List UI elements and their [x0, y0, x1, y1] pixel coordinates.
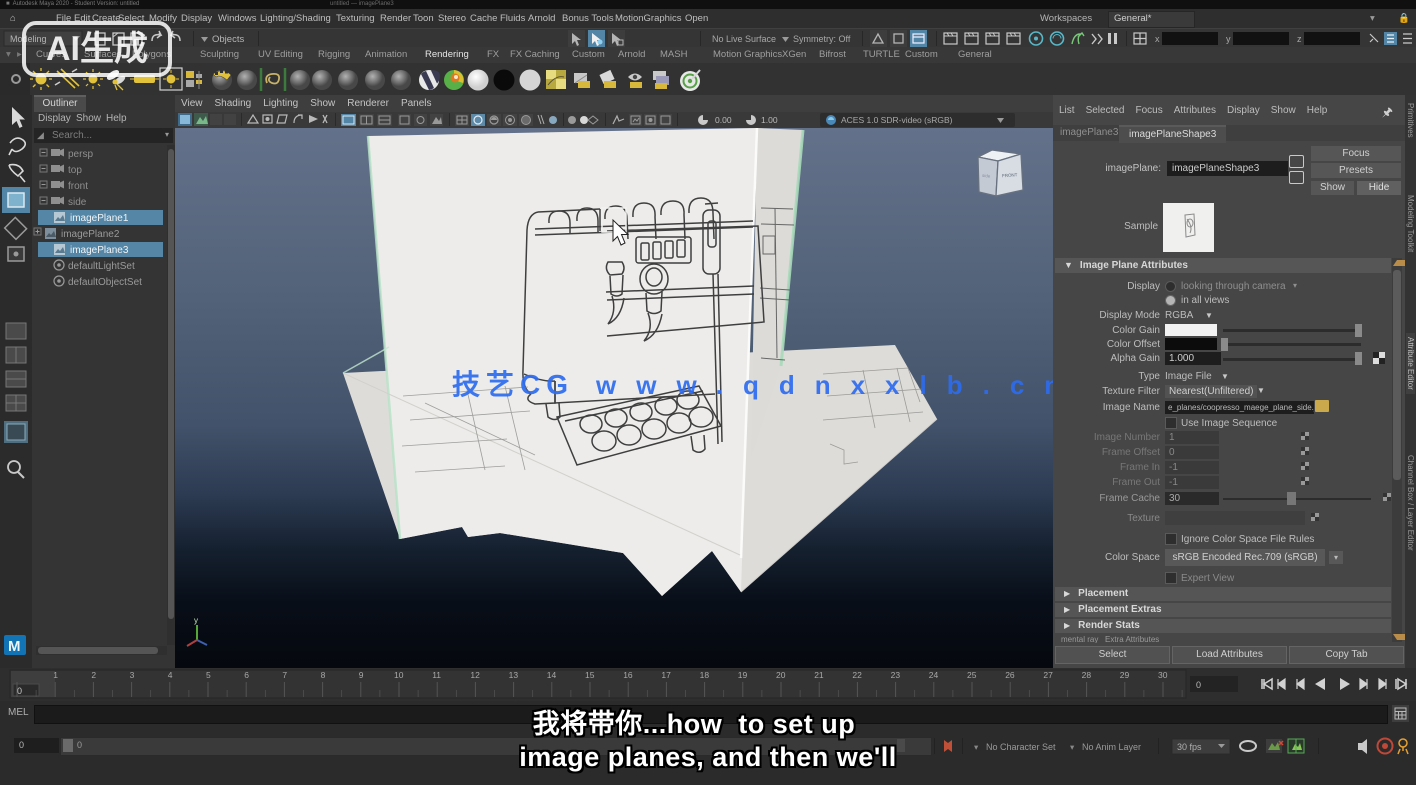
svg-text:top: top — [68, 165, 82, 176]
svg-text:defaultObjectSet: defaultObjectSet — [68, 277, 142, 288]
svg-text:ACES 1.0 SDR-video (sRGB): ACES 1.0 SDR-video (sRGB) — [841, 115, 953, 125]
svg-text:14: 14 — [547, 670, 557, 680]
svg-text:27: 27 — [1043, 670, 1053, 680]
svg-text:5: 5 — [206, 670, 211, 680]
svg-text:29: 29 — [1120, 670, 1130, 680]
svg-text:18: 18 — [700, 670, 710, 680]
svg-text:22: 22 — [852, 670, 862, 680]
svg-text:8: 8 — [321, 670, 326, 680]
svg-text:side: side — [68, 197, 87, 208]
svg-text:1.00: 1.00 — [761, 115, 778, 125]
svg-text:30: 30 — [1158, 670, 1168, 680]
svg-text:13: 13 — [509, 670, 519, 680]
svg-text:9: 9 — [359, 670, 364, 680]
svg-text:19: 19 — [738, 670, 748, 680]
svg-text:y: y — [1226, 34, 1231, 44]
svg-text:0: 0 — [17, 686, 22, 696]
svg-text:persp: persp — [68, 149, 93, 160]
svg-text:M: M — [8, 638, 21, 655]
svg-text:y: y — [194, 616, 198, 625]
svg-text:imagePlane1: imagePlane1 — [70, 213, 129, 224]
svg-text:12: 12 — [470, 670, 480, 680]
svg-text:26: 26 — [1005, 670, 1015, 680]
svg-text:defaultLightSet: defaultLightSet — [68, 261, 135, 272]
svg-text:imagePlane2: imagePlane2 — [61, 229, 120, 240]
svg-text:15: 15 — [585, 670, 595, 680]
svg-text:imagePlane3: imagePlane3 — [70, 245, 129, 256]
svg-text:1: 1 — [53, 670, 58, 680]
svg-text:Objects: Objects — [212, 34, 244, 45]
svg-text:3: 3 — [130, 670, 135, 680]
svg-text:Symmetry: Off: Symmetry: Off — [793, 34, 851, 44]
svg-text:No Live Surface: No Live Surface — [712, 34, 776, 44]
svg-text:11: 11 — [432, 670, 441, 680]
svg-text:6: 6 — [244, 670, 249, 680]
svg-text:0.00: 0.00 — [715, 115, 732, 125]
svg-text:7: 7 — [282, 670, 287, 680]
svg-text:0: 0 — [1196, 680, 1201, 690]
svg-text:28: 28 — [1082, 670, 1092, 680]
svg-text:20: 20 — [776, 670, 786, 680]
svg-text:z: z — [1297, 34, 1302, 44]
svg-text:10: 10 — [394, 670, 404, 680]
svg-text:21: 21 — [814, 670, 824, 680]
svg-text:24: 24 — [929, 670, 939, 680]
svg-text:2: 2 — [91, 670, 96, 680]
svg-text:4: 4 — [168, 670, 173, 680]
svg-text:x: x — [1155, 34, 1160, 44]
svg-text:17: 17 — [661, 670, 671, 680]
svg-text:front: front — [68, 181, 88, 192]
svg-text:16: 16 — [623, 670, 633, 680]
svg-text:25: 25 — [967, 670, 977, 680]
svg-text:23: 23 — [891, 670, 901, 680]
